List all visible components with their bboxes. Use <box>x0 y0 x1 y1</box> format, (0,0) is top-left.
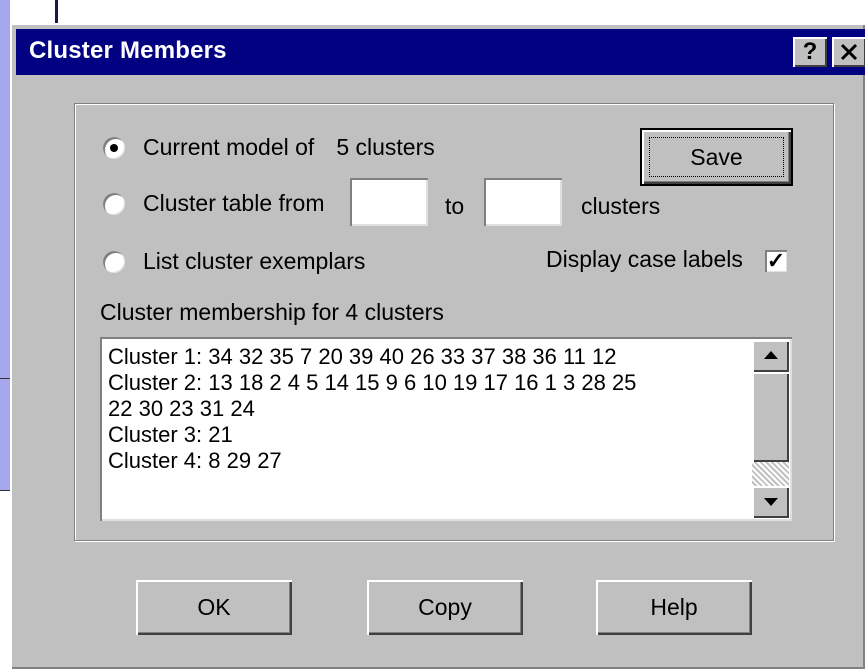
save-button[interactable]: Save <box>640 128 793 186</box>
ok-button[interactable]: OK <box>136 580 292 635</box>
copy-button[interactable]: Copy <box>367 580 523 635</box>
background-window-edge <box>0 0 10 490</box>
close-icon <box>840 43 858 61</box>
scroll-track[interactable] <box>752 462 789 486</box>
cluster-table-to-input[interactable] <box>484 178 562 226</box>
cluster-table-to-label: to <box>445 193 465 219</box>
arrow-up-icon <box>764 351 778 359</box>
radio-current-model[interactable]: Current model of 5 clusters <box>103 134 435 161</box>
membership-list[interactable]: Cluster 1: 34 32 35 7 20 39 40 26 33 37 … <box>100 337 792 521</box>
list-item: 22 30 23 31 24 <box>108 396 255 421</box>
display-case-labels-label: Display case labels <box>546 246 743 272</box>
cluster-table-suffix: clusters <box>581 193 661 219</box>
display-case-labels-checkbox[interactable]: ✓ <box>765 250 787 272</box>
list-item: Cluster 2: 13 18 2 4 5 14 15 9 6 10 19 1… <box>108 370 637 395</box>
help-button[interactable]: Help <box>596 580 752 635</box>
radio-cluster-table[interactable]: Cluster table from <box>103 190 325 217</box>
vertical-scrollbar[interactable] <box>752 340 789 518</box>
title-bar[interactable]: Cluster Members ? <box>16 29 865 75</box>
screen: Cluster Members ? Current model of 5 clu… <box>0 0 865 669</box>
save-button-label: Save <box>649 137 784 177</box>
cluster-table-label: Cluster table from <box>143 190 325 216</box>
radio-button-list-exemplars[interactable] <box>103 250 125 273</box>
scroll-down-button[interactable] <box>752 486 789 518</box>
list-exemplars-label: List cluster exemplars <box>143 248 366 274</box>
cluster-table-from-input[interactable] <box>350 178 428 226</box>
radio-button-current-model[interactable] <box>103 136 125 159</box>
membership-heading: Cluster membership for 4 clusters <box>100 299 444 325</box>
scroll-thumb[interactable] <box>752 372 789 462</box>
current-model-value: 5 clusters <box>336 134 435 160</box>
membership-text: Cluster 1: 34 32 35 7 20 39 40 26 33 37 … <box>108 344 748 474</box>
list-item: Cluster 3: 21 <box>108 422 233 447</box>
radio-list-exemplars[interactable]: List cluster exemplars <box>103 248 365 275</box>
context-help-button[interactable]: ? <box>793 37 827 67</box>
scroll-up-button[interactable] <box>752 340 789 372</box>
checkmark-icon: ✓ <box>766 248 786 273</box>
current-model-label: Current model of <box>143 134 315 160</box>
radio-selected-dot <box>110 143 118 152</box>
arrow-down-icon <box>764 498 778 506</box>
window-title: Cluster Members <box>29 37 227 64</box>
list-item: Cluster 1: 34 32 35 7 20 39 40 26 33 37 … <box>108 344 617 369</box>
list-item: Cluster 4: 8 29 27 <box>108 448 282 473</box>
close-button[interactable] <box>832 37 865 67</box>
radio-button-cluster-table[interactable] <box>103 192 125 215</box>
